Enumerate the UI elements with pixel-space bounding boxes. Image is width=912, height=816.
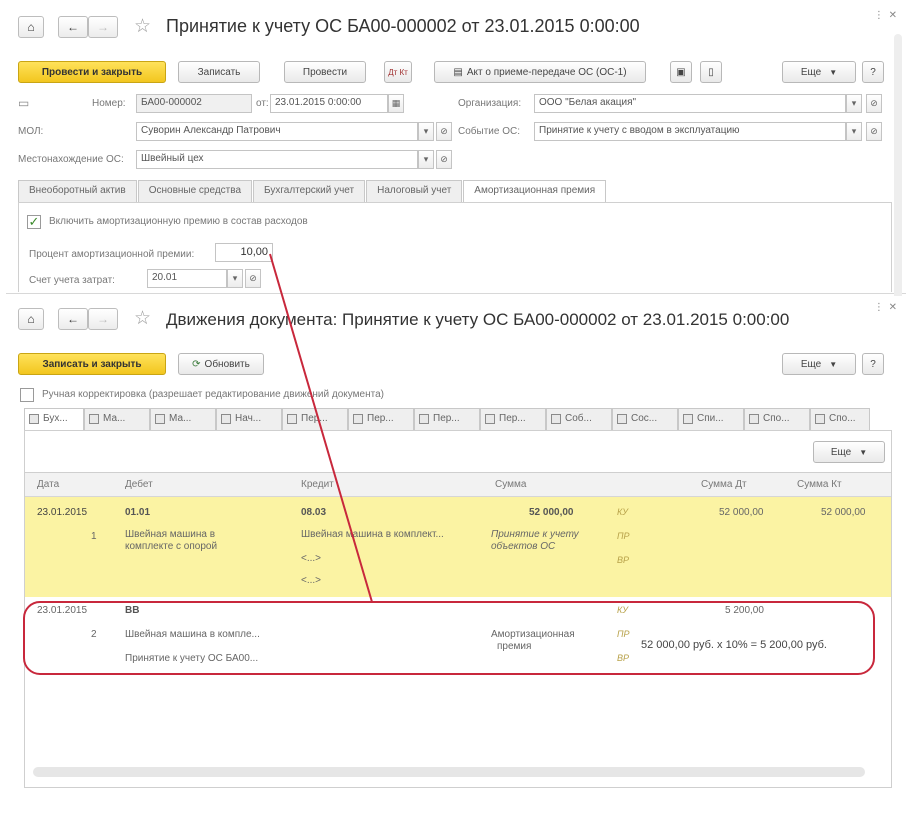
- annotation-arrow: [269, 253, 373, 603]
- annotation-highlight: [23, 601, 875, 675]
- annotation-overlay: [23, 253, 875, 675]
